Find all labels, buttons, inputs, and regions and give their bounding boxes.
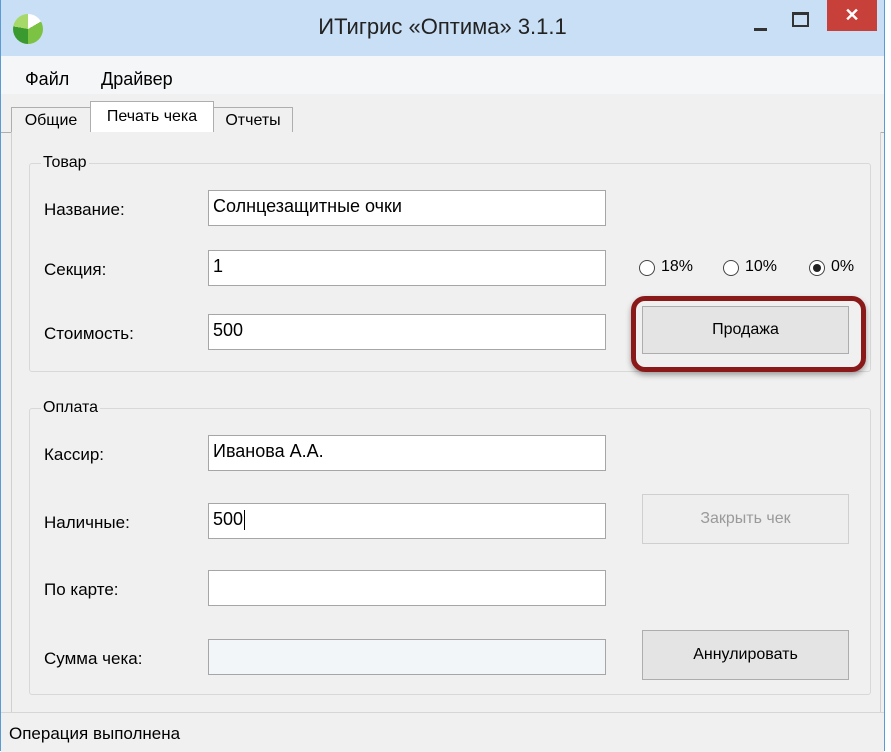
cash-label: Наличные:	[44, 513, 130, 532]
maximize-button[interactable]	[784, 4, 814, 34]
vat-0-label: 0%	[831, 258, 855, 275]
title-bar[interactable]: ИТигрис «Оптима» 3.1.1 ✕	[1, 0, 884, 56]
status-text: Операция выполнена	[9, 724, 181, 743]
menu-bar: Файл Драйвер	[1, 56, 884, 94]
product-name-field[interactable]: Солнцезащитные очки	[208, 190, 606, 226]
vat-10-radio[interactable]	[723, 260, 739, 276]
app-window: ИТигрис «Оптима» 3.1.1 ✕ Файл Драйвер Об…	[0, 0, 885, 752]
menu-driver[interactable]: Драйвер	[101, 69, 173, 90]
payment-group-title: Оплата	[41, 399, 101, 417]
vat-0-radio[interactable]	[809, 260, 825, 276]
price-label: Стоимость:	[44, 324, 134, 343]
total-field	[208, 639, 606, 675]
close-button[interactable]: ✕	[827, 0, 877, 31]
name-label: Название:	[44, 200, 125, 219]
menu-file[interactable]: Файл	[25, 69, 69, 90]
section-label: Секция:	[44, 260, 107, 279]
vat-10-label: 10%	[745, 258, 778, 275]
tab-reports[interactable]: Отчеты	[213, 107, 293, 133]
close-receipt-button[interactable]: Закрыть чек	[642, 494, 849, 544]
vat-18-radio[interactable]	[639, 260, 655, 276]
status-bar: Операция выполнена	[1, 712, 884, 752]
cashier-field[interactable]: Иванова А.А.	[208, 435, 606, 471]
tab-strip: Общие Печать чека Отчеты	[1, 94, 884, 133]
section-field[interactable]: 1	[208, 250, 606, 286]
total-label: Сумма чека:	[44, 649, 143, 668]
price-field[interactable]: 500	[208, 314, 606, 350]
product-group-title: Товар	[41, 154, 89, 172]
sale-button[interactable]: Продажа	[642, 306, 849, 354]
tab-general[interactable]: Общие	[11, 107, 91, 133]
vat-18-label: 18%	[661, 258, 694, 275]
cashier-label: Кассир:	[44, 445, 105, 464]
text-cursor	[244, 510, 246, 531]
print-receipt-panel: Товар Название: Солнцезащитные очки Секц…	[11, 132, 881, 712]
card-label: По карте:	[44, 580, 119, 599]
minimize-button[interactable]	[746, 8, 776, 38]
cash-value: 500	[213, 509, 244, 529]
card-field[interactable]	[208, 570, 606, 606]
close-icon: ✕	[844, 5, 860, 25]
cash-field[interactable]: 500	[208, 503, 606, 539]
cancel-button[interactable]: Аннулировать	[642, 630, 849, 680]
tab-print-receipt[interactable]: Печать чека	[90, 101, 214, 133]
